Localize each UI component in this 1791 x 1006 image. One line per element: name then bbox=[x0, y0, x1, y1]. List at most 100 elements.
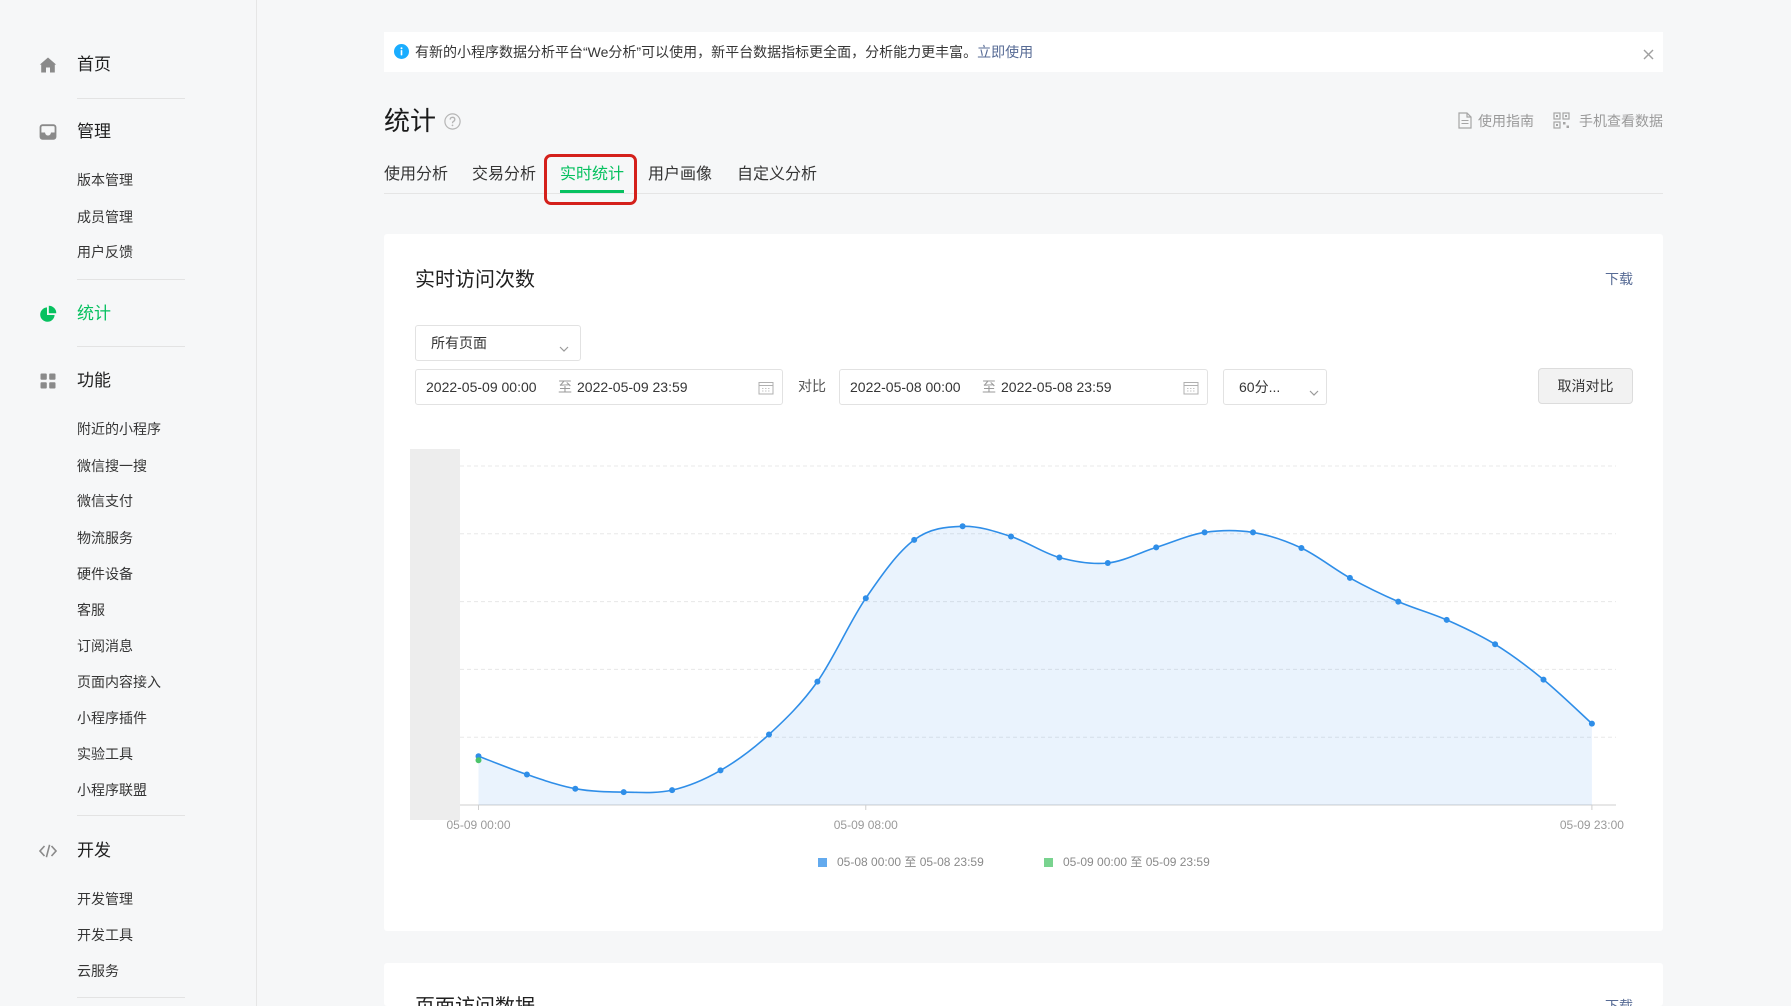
date-range-separator: 至 bbox=[558, 379, 572, 395]
data-point bbox=[1250, 529, 1256, 536]
sidebar-item-user-feedback[interactable]: 用户反馈 bbox=[77, 241, 133, 263]
data-point bbox=[1540, 676, 1547, 683]
date-range-start: 2022-05-08 00:00 bbox=[850, 379, 961, 395]
sidebar-item-alliance[interactable]: 小程序联盟 bbox=[77, 779, 147, 801]
info-icon bbox=[394, 44, 409, 59]
data-point bbox=[669, 787, 676, 794]
data-point bbox=[475, 757, 482, 764]
realtime-visits-card: 实时访问次数 下载 所有页面 2022-05-09 00:00 至 2022-0… bbox=[384, 234, 1663, 931]
sidebar-item-label: 统计 bbox=[77, 304, 111, 323]
sidebar-item-nearby-miniprograms[interactable]: 附近的小程序 bbox=[77, 418, 161, 440]
sidebar-item-plugins[interactable]: 小程序插件 bbox=[77, 707, 147, 729]
tab-label: 自定义分析 bbox=[737, 166, 818, 183]
inbox-icon bbox=[39, 123, 57, 141]
notice-text-wrap: 有新的小程序数据分析平台“We分析”可以使用，新平台数据指标更全面，分析能力更丰… bbox=[415, 32, 1033, 72]
page-title: 统计 bbox=[384, 106, 437, 136]
chevron-down-icon bbox=[559, 340, 569, 356]
tab-realtime-stats[interactable]: 实时统计 bbox=[560, 164, 625, 193]
sidebar-item-home[interactable]: 首页 bbox=[39, 53, 111, 77]
qr-code-icon bbox=[1553, 112, 1570, 129]
sidebar-item-stats[interactable]: 统计 bbox=[39, 302, 111, 326]
cancel-compare-button[interactable]: 取消对比 bbox=[1538, 368, 1633, 404]
mobile-view-link[interactable]: 手机查看数据 bbox=[1579, 112, 1663, 130]
grid-icon bbox=[39, 372, 57, 390]
tab-custom-analysis[interactable]: 自定义分析 bbox=[737, 164, 817, 186]
data-point bbox=[1056, 554, 1063, 561]
page-select[interactable]: 所有页面 bbox=[415, 325, 581, 361]
x-tick-label: 05-09 23:00 bbox=[1560, 818, 1624, 832]
date-range-start: 2022-05-09 00:00 bbox=[426, 379, 537, 395]
sidebar-item-cloud-service[interactable]: 云服务 bbox=[77, 960, 119, 982]
code-icon bbox=[39, 842, 57, 860]
sidebar-item-member-management[interactable]: 成员管理 bbox=[77, 206, 133, 228]
realtime-visits-chart[interactable]: 05-09 00:00 05-09 08:00 05-09 23:00 bbox=[384, 434, 1663, 844]
sidebar-item-label: 首页 bbox=[77, 55, 111, 74]
data-point bbox=[1443, 616, 1450, 623]
sidebar-item-wechat-search[interactable]: 微信搜一搜 bbox=[77, 455, 147, 477]
sidebar: 首页 管理 版本管理 成员管理 用户反馈 统计 功能 附近的小程序 微信搜一搜 … bbox=[0, 0, 257, 1006]
tab-transaction-analysis[interactable]: 交易分析 bbox=[472, 164, 536, 186]
sidebar-item-subscription-messages[interactable]: 订阅消息 bbox=[77, 635, 133, 657]
download-link[interactable]: 下载 bbox=[1605, 996, 1633, 1006]
tab-usage-analysis[interactable]: 使用分析 bbox=[384, 164, 448, 186]
data-point bbox=[1153, 544, 1160, 551]
data-point bbox=[766, 731, 772, 738]
sidebar-item-manage[interactable]: 管理 bbox=[39, 120, 111, 144]
calendar-icon bbox=[758, 381, 774, 398]
data-point bbox=[1298, 545, 1305, 551]
legend-swatch bbox=[818, 857, 827, 867]
date-range-current[interactable]: 2022-05-09 00:00 至 2022-05-09 23:59 bbox=[415, 369, 783, 405]
data-point bbox=[1008, 533, 1014, 540]
sidebar-item-dev-management[interactable]: 开发管理 bbox=[77, 888, 133, 910]
sidebar-divider bbox=[77, 98, 185, 99]
data-point bbox=[1201, 529, 1208, 536]
card-title: 实时访问次数 bbox=[415, 269, 535, 291]
page-visits-card: 页面访问数据 下载 bbox=[384, 963, 1663, 1006]
guide-link[interactable]: 使用指南 bbox=[1478, 112, 1534, 130]
sidebar-item-version-management[interactable]: 版本管理 bbox=[77, 169, 133, 191]
date-range-end: 2022-05-09 23:59 bbox=[577, 379, 688, 395]
tab-label: 实时统计 bbox=[560, 166, 625, 183]
sidebar-item-label: 功能 bbox=[77, 371, 111, 390]
download-link[interactable]: 下载 bbox=[1605, 269, 1633, 289]
sidebar-item-features[interactable]: 功能 bbox=[39, 369, 111, 393]
tab-label: 使用分析 bbox=[384, 166, 449, 183]
chart-left-band bbox=[410, 449, 460, 820]
sidebar-divider bbox=[77, 997, 185, 998]
sidebar-item-dev[interactable]: 开发 bbox=[39, 839, 111, 863]
sidebar-item-page-content[interactable]: 页面内容接入 bbox=[77, 671, 161, 693]
legend-label: 05-08 00:00 至 05-08 23:59 bbox=[837, 855, 984, 869]
legend-label: 05-09 00:00 至 05-09 23:59 bbox=[1063, 855, 1210, 869]
data-point bbox=[620, 789, 627, 796]
sidebar-item-dev-tools[interactable]: 开发工具 bbox=[77, 924, 133, 946]
sidebar-item-wechat-pay[interactable]: 微信支付 bbox=[77, 490, 133, 512]
sidebar-item-customer-service[interactable]: 客服 bbox=[77, 599, 105, 621]
sidebar-item-logistics[interactable]: 物流服务 bbox=[77, 527, 133, 549]
sidebar-item-hardware[interactable]: 硬件设备 bbox=[77, 563, 133, 585]
notice-bar: 有新的小程序数据分析平台“We分析”可以使用，新平台数据指标更全面，分析能力更丰… bbox=[384, 32, 1663, 72]
notice-link[interactable]: 立即使用 bbox=[977, 44, 1033, 60]
legend-swatch bbox=[1044, 857, 1053, 867]
x-tick-label: 05-09 08:00 bbox=[834, 818, 898, 832]
notice-text: 有新的小程序数据分析平台“We分析”可以使用，新平台数据指标更全面，分析能力更丰… bbox=[415, 44, 978, 60]
compare-label: 对比 bbox=[798, 378, 826, 394]
data-point bbox=[814, 678, 821, 685]
data-point bbox=[1346, 574, 1353, 581]
sidebar-divider bbox=[77, 346, 185, 347]
sidebar-divider bbox=[77, 815, 185, 816]
pie-chart-icon bbox=[39, 305, 57, 323]
tabs-divider bbox=[384, 193, 1663, 194]
data-point bbox=[717, 767, 724, 774]
sidebar-item-experiment-tools[interactable]: 实验工具 bbox=[77, 743, 133, 765]
data-point bbox=[523, 771, 530, 778]
interval-select-value: 60分... bbox=[1239, 379, 1281, 395]
date-range-compare[interactable]: 2022-05-08 00:00 至 2022-05-08 23:59 bbox=[839, 369, 1208, 405]
interval-select[interactable]: 60分... bbox=[1223, 369, 1327, 405]
help-icon[interactable] bbox=[444, 113, 461, 130]
legend-item-compare[interactable]: 05-08 00:00 至 05-08 23:59 bbox=[818, 854, 984, 870]
data-point bbox=[911, 536, 918, 543]
legend-item-current[interactable]: 05-09 00:00 至 05-09 23:59 bbox=[1044, 854, 1210, 870]
data-point bbox=[959, 523, 966, 530]
tab-user-portrait[interactable]: 用户画像 bbox=[648, 164, 712, 186]
close-icon[interactable] bbox=[1643, 47, 1654, 60]
